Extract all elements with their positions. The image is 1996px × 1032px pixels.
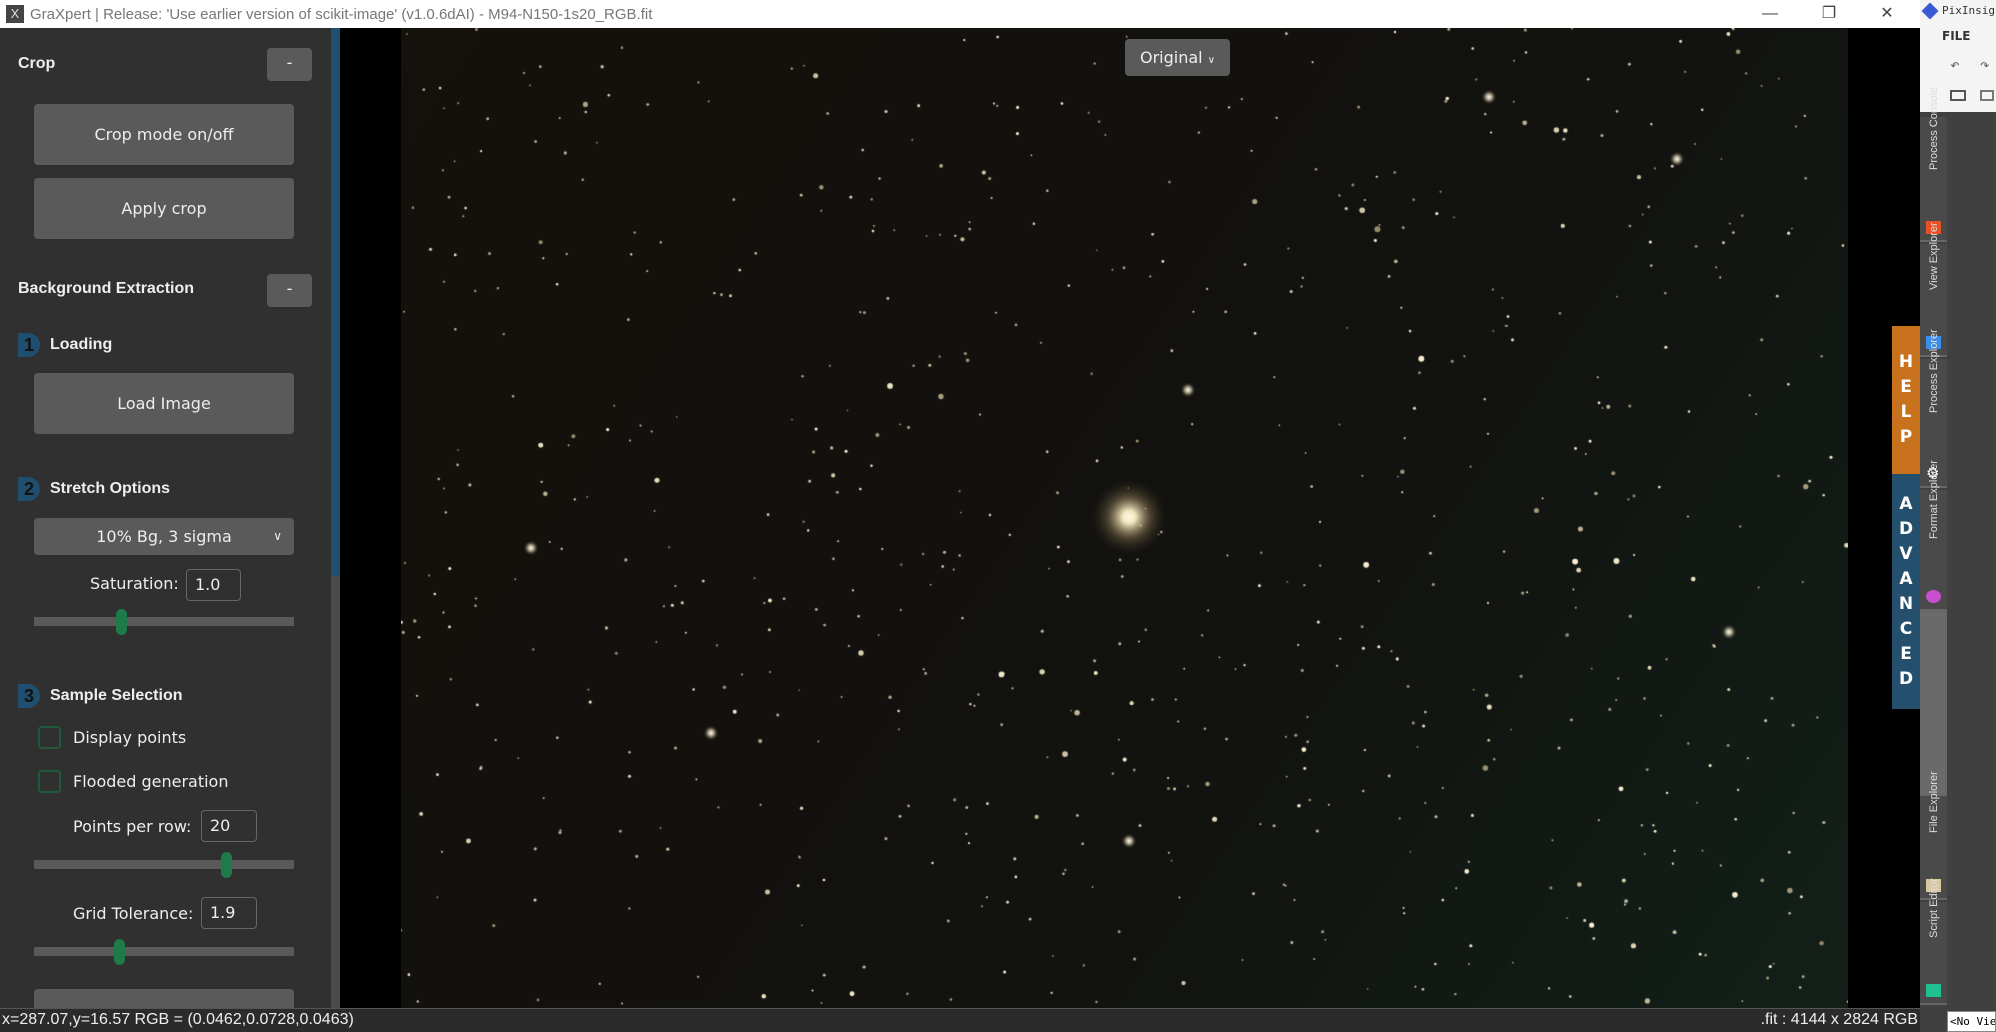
astro-image[interactable] — [401, 28, 1848, 1008]
grid-tolerance-label: Grid Tolerance: — [73, 904, 194, 923]
crop-collapse-button[interactable]: - — [267, 48, 312, 81]
format-explorer-icon — [1926, 590, 1941, 603]
slider-thumb[interactable] — [113, 939, 125, 965]
status-bar: x=287.07,y=16.57 RGB = (0.0462,0.0728,0.… — [0, 1008, 1920, 1032]
pixinsight-tab-script-editor[interactable]: Script Editor — [1920, 878, 1947, 1005]
points-per-row-input[interactable]: 20 — [201, 810, 257, 842]
flooded-generation-checkbox[interactable] — [38, 770, 61, 793]
display-mode-dropdown[interactable]: Original ∨ — [1125, 39, 1230, 76]
display-points-label: Display points — [73, 728, 187, 747]
close-button[interactable]: ✕ — [1858, 0, 1916, 28]
cursor-readout: x=287.07,y=16.57 RGB = (0.0462,0.0728,0.… — [2, 1011, 354, 1028]
display-mode-value: Original — [1139, 48, 1203, 67]
saturation-input[interactable]: 1.0 — [186, 569, 241, 601]
slider-thumb[interactable] — [220, 852, 232, 878]
saturation-slider[interactable] — [34, 609, 294, 635]
redo-icon[interactable]: ↷ — [1980, 55, 1990, 74]
chevron-down-icon: ∨ — [273, 529, 282, 543]
maximize-button[interactable]: ❐ — [1800, 0, 1858, 28]
flooded-generation-label: Flooded generation — [73, 772, 229, 791]
slider-thumb[interactable] — [116, 609, 128, 635]
stretch-dropdown[interactable]: 10% Bg, 3 sigma ∨ — [34, 518, 294, 555]
display-points-checkbox[interactable] — [38, 726, 61, 749]
minimize-button[interactable]: — — [1741, 0, 1799, 28]
app-icon: X — [6, 5, 24, 23]
window-title: GraXpert | Release: 'Use earlier version… — [30, 5, 653, 23]
pixinsight-tab-format-explorer[interactable]: Format Explorer — [1920, 460, 1947, 611]
scrollbar-thumb[interactable] — [331, 28, 340, 576]
image-info: .fit : 4144 x 2824 RGB — [1760, 1011, 1918, 1028]
help-tab-label: HELP — [1898, 352, 1914, 447]
crop-heading: Crop — [18, 55, 56, 72]
apply-crop-button[interactable]: Apply crop — [34, 178, 294, 239]
chevron-down-icon: ∨ — [1207, 55, 1216, 66]
points-per-row-slider[interactable] — [34, 852, 294, 878]
pixinsight-logo-icon — [1921, 2, 1939, 19]
stretch-selected: 10% Bg, 3 sigma — [96, 527, 232, 546]
pixinsight-dock-spacer — [1920, 611, 1947, 796]
step-number: 2 — [18, 477, 40, 501]
left-panel: Crop - Crop mode on/off Apply crop Backg… — [0, 28, 331, 1019]
step-title: Stretch Options — [50, 480, 171, 497]
step-title: Loading — [50, 336, 113, 353]
step-sample: 3 Sample Selection — [18, 684, 183, 708]
grid-tolerance-slider[interactable] — [34, 939, 294, 965]
saturation-label: Saturation: — [90, 574, 179, 593]
advanced-tab-label: ADVANCED — [1898, 493, 1914, 689]
file-menu[interactable]: FILE — [1942, 29, 1971, 43]
image-viewer[interactable] — [340, 28, 1920, 1008]
advanced-tab[interactable]: ADVANCED — [1892, 474, 1920, 709]
step-number: 3 — [18, 684, 40, 708]
bg-collapse-button[interactable]: - — [267, 274, 312, 307]
script-editor-icon — [1926, 984, 1941, 997]
background-extraction-heading: Background Extraction — [18, 280, 195, 297]
pixinsight-title: PixInsight — [1942, 4, 1996, 17]
points-per-row-label: Points per row: — [73, 817, 192, 836]
title-bar: X GraXpert | Release: 'Use earlier versi… — [0, 0, 1920, 28]
monitor-icon[interactable] — [1950, 90, 1966, 101]
screen-icon[interactable] — [1980, 90, 1994, 101]
help-tab[interactable]: HELP — [1892, 326, 1920, 474]
step-number: 1 — [18, 333, 40, 357]
undo-icon[interactable]: ↶ — [1950, 55, 1960, 74]
step-stretch: 2 Stretch Options — [18, 477, 170, 501]
step-title: Sample Selection — [50, 687, 183, 704]
crop-mode-button[interactable]: Crop mode on/off — [34, 104, 294, 165]
load-image-button[interactable]: Load Image — [34, 373, 294, 434]
step-loading: 1 Loading — [18, 333, 112, 357]
grid-tolerance-input[interactable]: 1.9 — [201, 897, 257, 929]
no-view-selector[interactable]: <No View> — [1947, 1011, 1996, 1032]
